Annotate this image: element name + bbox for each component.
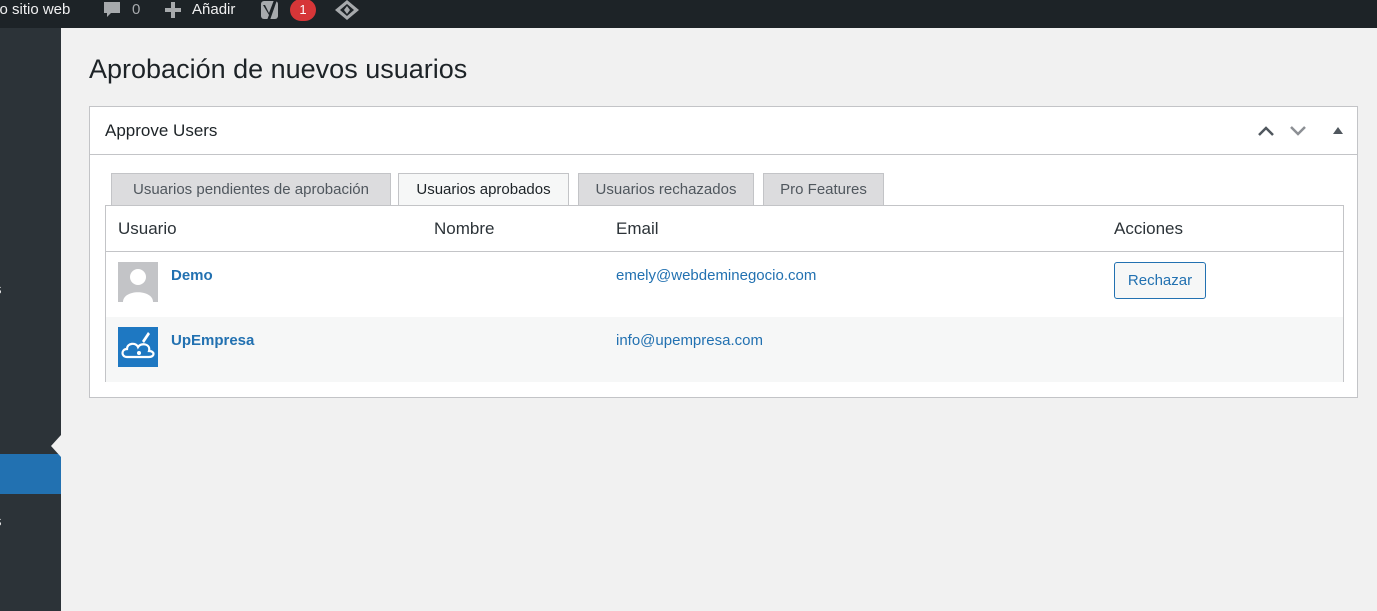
- reject-button[interactable]: Rechazar: [1114, 262, 1206, 299]
- diamond-menu[interactable]: [334, 0, 360, 28]
- postbox-title: Approve Users: [105, 121, 218, 140]
- active-indicator-arrow: [51, 435, 61, 457]
- site-name-link[interactable]: vo sitio web: [0, 0, 90, 28]
- comments-count: 0: [132, 1, 141, 18]
- yoast-menu[interactable]: 1: [260, 0, 320, 28]
- tab-rejected-users[interactable]: Usuarios rechazados: [578, 173, 754, 205]
- notification-badge: 1: [290, 0, 316, 21]
- sidebar-item-fragment[interactable]: s: [0, 513, 2, 530]
- move-down-button[interactable]: [1288, 121, 1308, 141]
- new-content-link[interactable]: Añadir: [163, 0, 235, 28]
- sidebar-item-fragment[interactable]: s: [0, 281, 2, 298]
- triangle-up-icon: [1333, 127, 1343, 134]
- comments-link[interactable]: 0: [102, 0, 140, 28]
- sidebar-item-active[interactable]: [0, 454, 61, 494]
- column-header-user: Usuario: [118, 219, 177, 238]
- user-link[interactable]: Demo: [171, 267, 213, 284]
- email-link[interactable]: emely@webdeminegocio.com: [616, 267, 816, 284]
- admin-sidebar: s s: [0, 28, 61, 611]
- admin-bar: vo sitio web 0 Añadir 1: [0, 0, 1377, 28]
- chevron-up-icon: [1258, 126, 1274, 136]
- site-name-label: vo sitio web: [0, 1, 71, 18]
- users-table: Usuario Nombre Email Acciones Demo emely…: [105, 205, 1344, 382]
- cloud-logo-avatar-icon: [118, 327, 158, 367]
- new-content-label: Añadir: [192, 1, 236, 18]
- email-link[interactable]: info@upempresa.com: [616, 332, 763, 349]
- table-header: Usuario Nombre Email Acciones: [106, 206, 1343, 252]
- user-link[interactable]: UpEmpresa: [171, 332, 254, 349]
- column-header-name: Nombre: [434, 219, 495, 238]
- postbox-header: Approve Users: [90, 107, 1357, 155]
- chevron-down-icon: [1290, 126, 1306, 136]
- default-avatar-icon: [118, 262, 158, 302]
- diamond-icon: [335, 0, 359, 20]
- plus-icon: [165, 2, 181, 18]
- approve-users-postbox: Approve Users Usuarios pendientes de apr…: [89, 106, 1358, 398]
- move-up-button[interactable]: [1256, 121, 1276, 141]
- comment-bubble-icon: [104, 2, 120, 17]
- table-row: Demo emely@webdeminegocio.com Rechazar: [106, 252, 1343, 317]
- yoast-icon: [261, 0, 278, 20]
- column-header-email: Email: [616, 219, 659, 238]
- tab-pending-users[interactable]: Usuarios pendientes de aprobación: [111, 173, 391, 205]
- page-title: Aprobación de nuevos usuarios: [89, 54, 468, 84]
- toggle-panel-button[interactable]: [1328, 121, 1348, 141]
- tab-approved-users[interactable]: Usuarios aprobados: [398, 173, 569, 206]
- column-header-actions: Acciones: [1114, 219, 1183, 238]
- tab-pro-features[interactable]: Pro Features: [763, 173, 884, 205]
- table-row: UpEmpresa info@upempresa.com: [106, 317, 1343, 382]
